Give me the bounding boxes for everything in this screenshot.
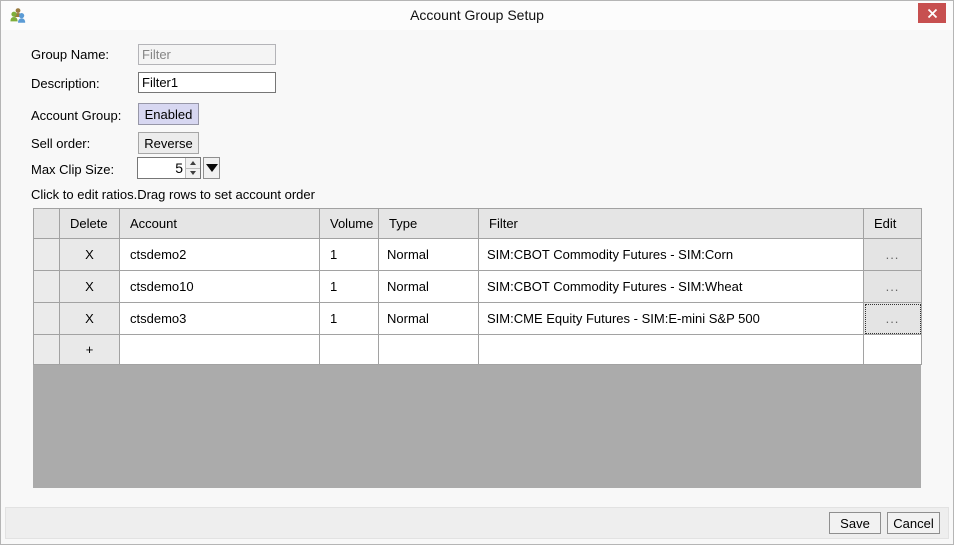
column-header-rowselector [34,209,60,239]
table-row: X ctsdemo3 1 Normal SIM:CME Equity Futur… [34,303,922,335]
table-row: X ctsdemo2 1 Normal SIM:CBOT Commodity F… [34,239,922,271]
sell-order-label: Sell order: [31,136,90,151]
account-cell[interactable]: ctsdemo2 [120,239,320,271]
row-drag-handle[interactable] [34,239,60,271]
column-header-delete[interactable]: Delete [60,209,120,239]
arrow-up-icon [190,161,196,165]
edit-filter-button[interactable]: ... [864,239,922,271]
table-row: X ctsdemo10 1 Normal SIM:CBOT Commodity … [34,271,922,303]
account-cell[interactable] [120,335,320,365]
grid-header-row: Delete Account Volume Type Filter Edit [34,209,922,239]
description-input[interactable] [138,72,276,93]
max-clip-size-stepper [137,157,201,179]
grid-hint-text: Click to edit ratios.Drag rows to set ac… [31,187,315,202]
title-bar: Account Group Setup [1,1,953,30]
filter-cell[interactable]: SIM:CME Equity Futures - SIM:E-mini S&P … [479,303,864,335]
edit-filter-button[interactable]: ... [864,303,922,335]
filter-cell[interactable]: SIM:CBOT Commodity Futures - SIM:Corn [479,239,864,271]
close-icon [927,8,938,19]
spinner-buttons [185,158,200,178]
volume-cell[interactable]: 1 [320,303,379,335]
type-cell[interactable]: Normal [379,271,479,303]
delete-row-button[interactable]: X [60,271,120,303]
delete-row-button[interactable]: X [60,303,120,335]
close-button[interactable] [918,3,946,23]
account-group-label: Account Group: [31,108,121,123]
edit-filter-button[interactable]: ... [864,271,922,303]
column-header-volume[interactable]: Volume [320,209,379,239]
spin-down-button[interactable] [186,168,200,179]
max-clip-size-dropdown-button[interactable] [203,157,220,179]
type-cell[interactable] [379,335,479,365]
dropdown-arrow-icon [206,164,218,172]
row-drag-handle[interactable] [34,271,60,303]
account-group-setup-dialog: Account Group Setup Group Name: Descript… [0,0,954,545]
volume-cell[interactable]: 1 [320,271,379,303]
accounts-grid: Delete Account Volume Type Filter Edit X… [33,208,921,488]
description-label: Description: [31,76,100,91]
type-cell[interactable]: Normal [379,239,479,271]
account-cell[interactable]: ctsdemo3 [120,303,320,335]
column-header-account[interactable]: Account [120,209,320,239]
new-row: + [34,335,922,365]
volume-cell[interactable]: 1 [320,239,379,271]
delete-row-button[interactable]: X [60,239,120,271]
account-cell[interactable]: ctsdemo10 [120,271,320,303]
sell-order-reverse-button[interactable]: Reverse [138,132,199,154]
volume-cell[interactable] [320,335,379,365]
type-cell[interactable]: Normal [379,303,479,335]
cancel-button[interactable]: Cancel [887,512,940,534]
max-clip-size-input[interactable] [138,158,185,178]
max-clip-size-label: Max Clip Size: [31,162,114,177]
filter-cell[interactable] [479,335,864,365]
column-header-filter[interactable]: Filter [479,209,864,239]
row-drag-handle[interactable] [34,303,60,335]
edit-cell[interactable] [864,335,922,365]
footer-panel [5,507,949,539]
group-name-label: Group Name: [31,47,109,62]
column-header-type[interactable]: Type [379,209,479,239]
window-title: Account Group Setup [1,1,953,30]
row-drag-handle[interactable] [34,335,60,365]
save-button[interactable]: Save [829,512,881,534]
account-group-enabled-button[interactable]: Enabled [138,103,199,125]
column-header-edit[interactable]: Edit [864,209,922,239]
filter-cell[interactable]: SIM:CBOT Commodity Futures - SIM:Wheat [479,271,864,303]
add-row-button[interactable]: + [60,335,120,365]
group-name-input [138,44,276,65]
arrow-down-icon [190,171,196,175]
spin-up-button[interactable] [186,158,200,168]
